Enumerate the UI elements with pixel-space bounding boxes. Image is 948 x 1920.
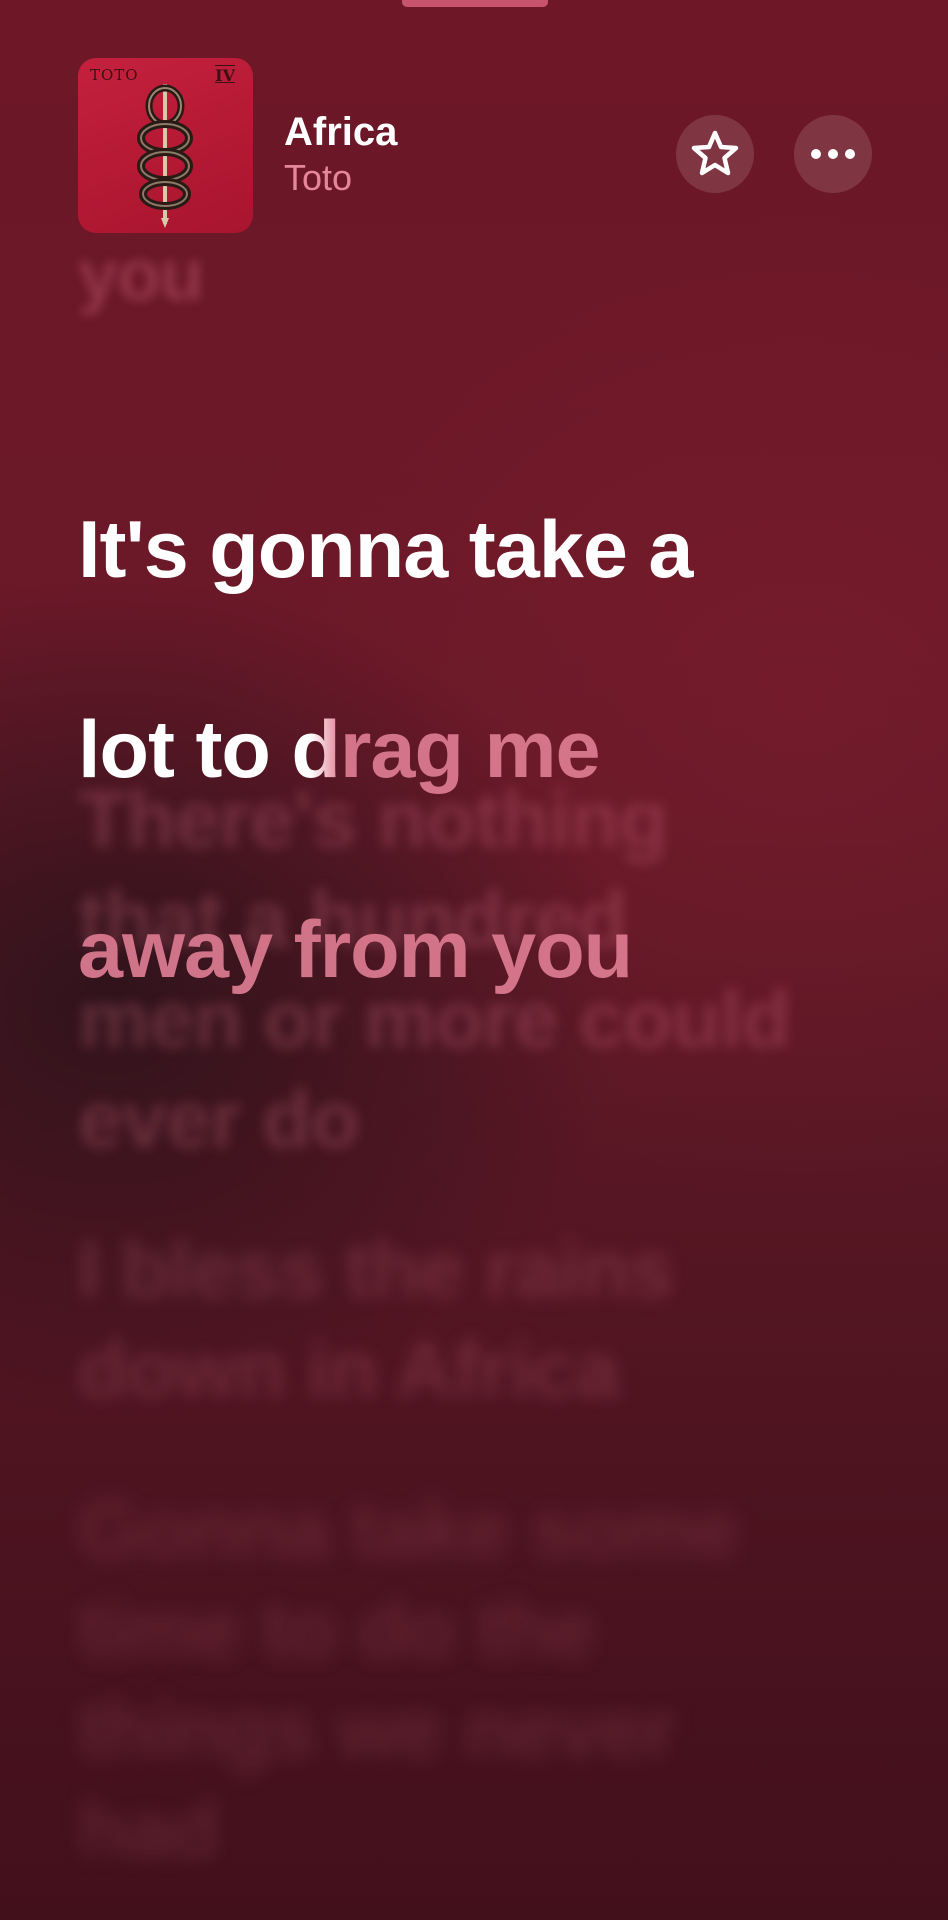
album-artwork[interactable]: TOTO IV xyxy=(78,58,253,233)
upcoming-lyric-line[interactable]: I bless the rains down in Africa xyxy=(78,1220,878,1420)
lyric-text: that a hundred xyxy=(78,875,628,965)
favorite-button[interactable] xyxy=(676,115,754,193)
ellipsis-icon xyxy=(811,149,855,159)
sung-lyric-text: It's gonna take a xyxy=(78,505,693,595)
song-title[interactable]: Africa xyxy=(284,108,397,156)
lyric-text: Gonna take some xyxy=(78,1485,739,1575)
more-options-button[interactable] xyxy=(794,115,872,193)
upcoming-lyric-line[interactable]: Gonna take some time to do the things we… xyxy=(78,1480,878,1880)
now-playing-header: TOTO IV Africa Toto xyxy=(0,0,948,240)
previous-lyric-line[interactable]: you xyxy=(78,240,204,312)
sword-emblem-icon xyxy=(137,84,193,228)
lyric-text: ever do xyxy=(78,1075,360,1165)
lyric-text: men or more could xyxy=(78,975,791,1065)
lyric-text: I bless the rains xyxy=(78,1225,674,1315)
lyric-text: things we never xyxy=(78,1685,676,1775)
lyric-text: down in Africa xyxy=(78,1325,620,1415)
lyric-text: had xyxy=(78,1785,220,1875)
star-outline-icon xyxy=(691,130,739,176)
artwork-roman-numeral: IV xyxy=(215,66,235,85)
artist-name[interactable]: Toto xyxy=(284,156,352,200)
upcoming-lyric-line[interactable]: There's nothing that a hundred men or mo… xyxy=(78,770,878,1170)
lyric-text: There's nothing xyxy=(78,775,668,865)
lyric-text: time to do the xyxy=(78,1585,596,1675)
